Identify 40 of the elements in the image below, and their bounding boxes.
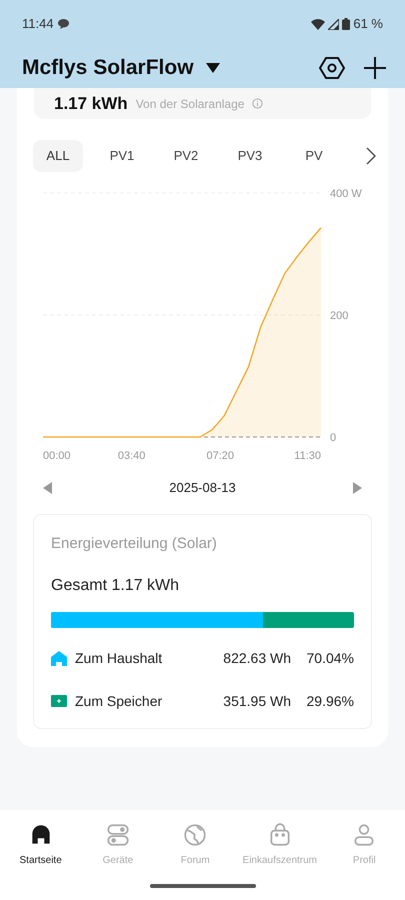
distribution-label: Zum Haushalt <box>75 648 164 668</box>
energy-total: 1.17 kWh <box>54 92 128 115</box>
battery-icon <box>342 18 350 30</box>
source-tab[interactable]: PV2 <box>161 140 211 172</box>
nav-tab[interactable]: Startseite <box>10 822 71 868</box>
device-selector[interactable]: Mcflys SolarFlow <box>22 52 220 84</box>
battery-percent: 61 % <box>353 15 383 34</box>
chevron-right-icon[interactable] <box>366 147 376 165</box>
distribution-energy: 822.63 Wh <box>223 648 291 668</box>
source-tab[interactable]: PV <box>289 140 339 172</box>
total-energy: Gesamt 1.17 kWh <box>51 576 180 596</box>
chat-icon <box>58 19 69 29</box>
distribution-percent: 29.96% <box>306 692 354 710</box>
toggles-icon <box>104 822 131 848</box>
source-tab[interactable]: PV3 <box>225 140 275 172</box>
source-tab[interactable]: PV1 <box>97 140 147 172</box>
settings-icon[interactable] <box>319 55 345 81</box>
info-icon[interactable] <box>252 98 264 109</box>
wifi-icon <box>311 18 326 30</box>
card-title: Energieverteilung (Solar) <box>51 534 218 554</box>
next-icon[interactable] <box>353 482 362 494</box>
signal-icon <box>328 18 340 30</box>
previous-icon[interactable] <box>43 482 52 494</box>
axis-label: 0 <box>330 432 336 444</box>
axis-label: 400 W <box>330 188 362 200</box>
add-icon[interactable] <box>363 56 387 80</box>
energy-source-label: Von der Solaranlage <box>136 96 244 112</box>
distribution-percent: 70.04% <box>306 648 354 668</box>
distribution-energy: 351.95 Wh <box>223 692 291 710</box>
status-time: 11:44 <box>22 15 54 34</box>
axis-label: 07:20 <box>206 450 234 462</box>
axis-label: 03:40 <box>118 450 146 462</box>
date-label: 2025-08-13 <box>169 479 236 498</box>
axis-label: 00:00 <box>43 450 71 462</box>
globe-icon <box>182 822 208 848</box>
distribution-label: Zum Speicher <box>75 692 164 711</box>
axis-label: 200 <box>330 310 348 322</box>
source-tab[interactable]: ALL <box>33 140 83 172</box>
axis-label: 11:30 <box>294 450 321 462</box>
caret-icon <box>206 63 220 73</box>
